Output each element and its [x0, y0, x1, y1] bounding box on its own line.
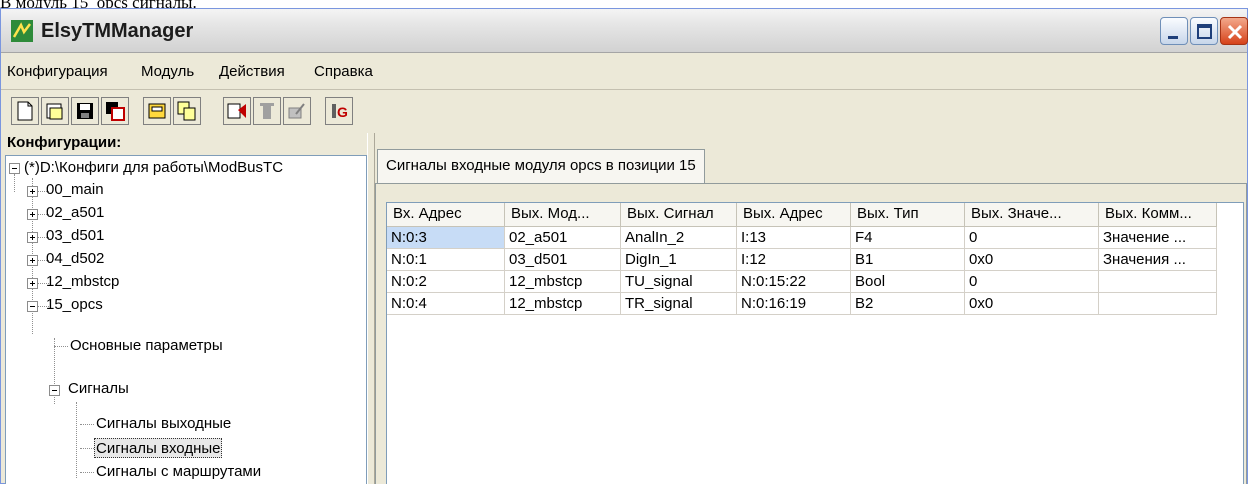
app-window: ElsyTMManager Конфигурация Модуль Действ… — [0, 8, 1248, 484]
tree-collapse-toggle[interactable] — [49, 385, 60, 396]
table-cell[interactable]: DigIn_1 — [621, 249, 737, 271]
save-button[interactable] — [71, 97, 99, 125]
table-cell[interactable]: 0 — [965, 227, 1099, 249]
tree-item-04-d502[interactable]: 04_d502 — [46, 249, 104, 269]
tab-input-signals[interactable]: Сигналы входные модуля opcs в позиции 15 — [377, 149, 705, 183]
table-cell[interactable]: Значение ... — [1099, 227, 1217, 249]
tree-collapse-toggle[interactable] — [27, 301, 38, 312]
tree-expand-toggle[interactable] — [27, 278, 38, 289]
table-cell[interactable]: N:0:16:19 — [737, 293, 851, 315]
table-cell[interactable]: N:0:15:22 — [737, 271, 851, 293]
table-cell[interactable]: B2 — [851, 293, 965, 315]
table-cell[interactable]: I:12 — [737, 249, 851, 271]
tree-item-12-mbstcp[interactable]: 12_mbstcp — [46, 272, 119, 292]
column-header[interactable]: Вх. Адрес — [387, 203, 505, 227]
document-caption: В модуль 15_opcs сигналы. — [0, 0, 197, 8]
table-cell[interactable]: Bool — [851, 271, 965, 293]
svg-text:G: G — [337, 104, 348, 120]
table-cell[interactable]: B1 — [851, 249, 965, 271]
configurations-header: Конфигурации: — [7, 134, 122, 151]
app-logo-icon — [11, 20, 33, 42]
tree-connector — [54, 346, 68, 347]
column-header[interactable]: Вых. Адрес — [737, 203, 851, 227]
tree-expand-toggle[interactable] — [27, 232, 38, 243]
panel-splitter[interactable] — [367, 133, 375, 484]
table-cell[interactable]: 0x0 — [965, 293, 1099, 315]
column-header[interactable]: Вых. Значе... — [965, 203, 1099, 227]
signals-table: Вх. Адрес Вых. Мод... Вых. Сигнал Вых. А… — [386, 202, 1244, 484]
toolbar: G — [1, 91, 1247, 131]
tree-collapse-toggle[interactable] — [9, 163, 20, 174]
table-cell[interactable]: 0x0 — [965, 249, 1099, 271]
tree-item-15-opcs[interactable]: 15_opcs — [46, 295, 103, 315]
tree-item-signals-input[interactable]: Сигналы входные — [94, 438, 223, 458]
close-button[interactable] — [1220, 17, 1248, 45]
menu-module[interactable]: Модуль — [141, 63, 194, 80]
minimize-button[interactable] — [1160, 17, 1188, 45]
new-file-button[interactable] — [11, 97, 39, 125]
table-cell[interactable]: N:0:1 — [387, 249, 505, 271]
tree-item-00-main[interactable]: 00_main — [46, 180, 104, 200]
menu-configuration[interactable]: Конфигурация — [7, 63, 108, 80]
signals-panel: Сигналы входные модуля opcs в позиции 15… — [375, 133, 1247, 484]
tree-item-main-params[interactable]: Основные параметры — [70, 336, 223, 356]
table-cell[interactable]: TR_signal — [621, 293, 737, 315]
add-module-button[interactable] — [223, 97, 251, 125]
table-cell[interactable]: TU_signal — [621, 271, 737, 293]
tree-connector — [76, 402, 77, 478]
tree-connector — [80, 448, 94, 449]
configurations-panel: Конфигурации: (*)D:\Конфиги для работы\M… — [5, 133, 367, 484]
table-cell[interactable]: N:0:3 — [387, 227, 505, 249]
column-header[interactable]: Вых. Комм... — [1099, 203, 1217, 227]
menu-actions[interactable]: Действия — [219, 63, 285, 80]
tree-item-root[interactable]: (*)D:\Конфиги для работы\ModBusTC — [24, 158, 283, 178]
delete-button[interactable] — [253, 97, 281, 125]
tree-connector — [80, 472, 94, 473]
save-as-button[interactable] — [101, 97, 129, 125]
window-title: ElsyTMManager — [41, 20, 194, 42]
module-settings-button[interactable] — [143, 97, 171, 125]
table-cell[interactable]: 12_mbstcp — [505, 271, 621, 293]
table-cell[interactable]: 0 — [965, 271, 1099, 293]
table-cell[interactable]: 03_d501 — [505, 249, 621, 271]
column-header[interactable]: Вых. Сигнал — [621, 203, 737, 227]
generate-button[interactable]: G — [325, 97, 353, 125]
table-cell[interactable]: F4 — [851, 227, 965, 249]
title-bar[interactable]: ElsyTMManager — [1, 9, 1248, 53]
copy-button[interactable] — [173, 97, 201, 125]
menu-bar: Конфигурация Модуль Действия Справка — [1, 54, 1247, 90]
column-header[interactable]: Вых. Мод... — [505, 203, 621, 227]
open-button[interactable] — [41, 97, 69, 125]
table-cell[interactable]: N:0:2 — [387, 271, 505, 293]
maximize-button[interactable] — [1190, 17, 1218, 45]
table-cell[interactable] — [1099, 293, 1217, 315]
tree-item-03-d501[interactable]: 03_d501 — [46, 226, 104, 246]
tree-item-02-a501[interactable]: 02_a501 — [46, 203, 104, 223]
menu-help[interactable]: Справка — [314, 63, 373, 80]
tree-item-signals[interactable]: Сигналы — [68, 379, 129, 399]
table-cell[interactable]: I:13 — [737, 227, 851, 249]
configuration-tree[interactable]: (*)D:\Конфиги для работы\ModBusTC 00_mai… — [5, 155, 367, 484]
table-cell[interactable]: 02_a501 — [505, 227, 621, 249]
tree-expand-toggle[interactable] — [27, 186, 38, 197]
tree-expand-toggle[interactable] — [27, 209, 38, 220]
column-header[interactable]: Вых. Тип — [851, 203, 965, 227]
tree-connector — [14, 174, 15, 192]
table-cell[interactable]: 12_mbstcp — [505, 293, 621, 315]
signal-button[interactable] — [283, 97, 311, 125]
tab-page: Вх. Адрес Вых. Мод... Вых. Сигнал Вых. А… — [375, 183, 1247, 484]
table-cell[interactable]: AnalIn_2 — [621, 227, 737, 249]
tree-expand-toggle[interactable] — [27, 255, 38, 266]
table-cell[interactable]: Значения ... — [1099, 249, 1217, 271]
tree-item-signals-output[interactable]: Сигналы выходные — [96, 414, 231, 434]
table-cell[interactable] — [1099, 271, 1217, 293]
tree-item-signals-routes[interactable]: Сигналы с маршрутами — [96, 462, 261, 482]
tree-connector — [80, 424, 94, 425]
table-cell[interactable]: N:0:4 — [387, 293, 505, 315]
